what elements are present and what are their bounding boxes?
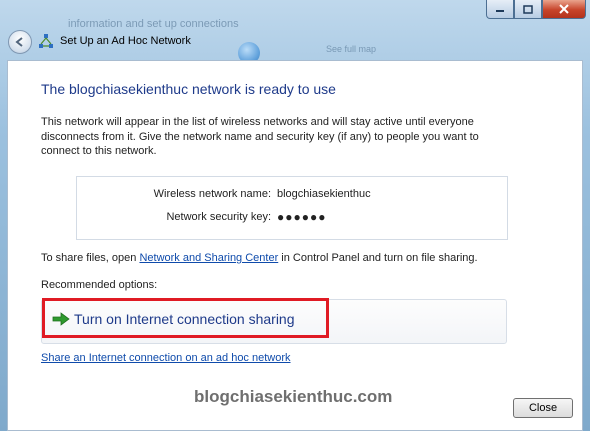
background-text: information and set up connections (68, 18, 239, 30)
background-link: See full map (326, 44, 377, 54)
green-arrow-icon (52, 312, 70, 326)
network-name-value: blogchiasekienthuc (277, 188, 371, 200)
caption-buttons (486, 0, 586, 19)
description-text: This network will appear in the list of … (41, 116, 479, 158)
close-icon (559, 4, 569, 14)
maximize-button[interactable] (514, 0, 542, 19)
network-info-box: Wireless network name: blogchiasekienthu… (76, 176, 508, 240)
close-button[interactable]: Close (513, 398, 573, 418)
option-label: Turn on Internet connection sharing (74, 311, 295, 327)
security-key-label: Network security key: (166, 211, 271, 223)
network-name-label: Wireless network name: (153, 188, 271, 200)
wizard-content: The blogchiasekienthuc network is ready … (7, 60, 583, 431)
share-text-after: in Control Panel and turn on file sharin… (278, 252, 478, 264)
network-sharing-center-link[interactable]: Network and Sharing Center (139, 252, 278, 264)
close-window-button[interactable] (542, 0, 586, 19)
maximize-icon (523, 4, 533, 14)
back-arrow-icon (15, 37, 23, 47)
ad-hoc-network-icon (39, 34, 53, 48)
share-files-text: To share files, open Network and Sharing… (41, 252, 478, 264)
minimize-button[interactable] (486, 0, 514, 19)
share-adhoc-link[interactable]: Share an Internet connection on an ad ho… (41, 352, 291, 364)
share-adhoc-link-wrap: Share an Internet connection on an ad ho… (41, 352, 291, 364)
minimize-icon (496, 10, 504, 12)
watermark-text: blogchiasekienthuc.com (194, 387, 393, 406)
back-button[interactable] (8, 30, 32, 54)
security-key-value: ●●●●●● (277, 210, 327, 224)
internet-sharing-option[interactable]: Turn on Internet connection sharing (41, 298, 507, 344)
recommended-options-label: Recommended options: (41, 279, 158, 291)
share-text-before: To share files, open (41, 252, 140, 264)
page-heading: The blogchiasekienthuc network is ready … (41, 81, 336, 97)
wizard-title: Set Up an Ad Hoc Network (60, 35, 191, 47)
